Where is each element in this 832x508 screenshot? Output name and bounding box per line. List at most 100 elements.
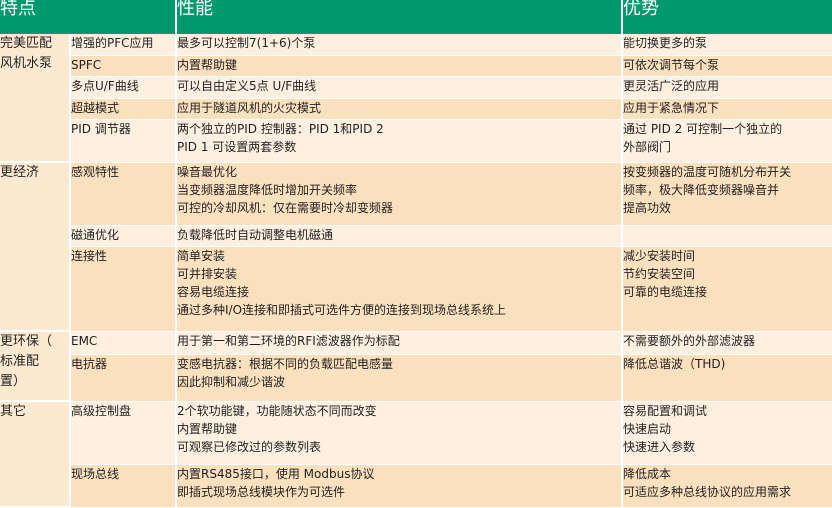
advantage-line: 降低总谐波（THD) — [623, 357, 726, 371]
advantage-line: 外部阀门 — [623, 140, 672, 155]
performance-cell: 2个软功能键，功能随状态不同而改变 内置帮助键可观察已修改过的参数列表 — [176, 401, 623, 465]
table-row: SPFC 内置帮助键 可依次调节每个泵 — [0, 55, 832, 78]
advantage-line: 可适应多种总线协议的应用需求 — [623, 484, 792, 499]
advantage-cell: 降低成本可适应多种总线协议的应用需求 — [622, 464, 832, 508]
performance-line: 可观察已修改过的参数列表 — [177, 439, 322, 454]
feature-cell: EMC — [70, 331, 177, 356]
feature-cell: 磁通优化 — [70, 225, 177, 248]
performance-line: 可控的冷却风机：仅在需要时冷却变频器 — [177, 200, 394, 215]
performance-cell: 应用于隧道风机的火灾模式 — [176, 98, 623, 121]
header-features: 特点 — [0, 0, 177, 34]
advantage-line: 按变频器的温度可随机分布开关 — [623, 164, 792, 179]
performance-cell: 内置RS485接口，使用 Modbus协议 即插式现场总线模块作为可选件 — [176, 464, 623, 508]
feature-cell: SPFC — [70, 55, 177, 78]
performance-line: 通过多种I/O连接和即插式可选件方便的连接到现场总线系统上 — [177, 303, 507, 318]
feature-cell: 连接性 — [70, 246, 177, 332]
advantage-line: 能切换更多的泵 — [623, 36, 708, 50]
table-row: 更环保（ 标准配置） EMC 用于第一和第二环境的RFI滤波器作为标配 不需要额外的外部… — [0, 331, 832, 403]
performance-cell: 用于第一和第二环境的RFI滤波器作为标配 — [176, 331, 623, 356]
category-cell: 更环保（ 标准配置） — [0, 331, 71, 403]
advantage-cell — [622, 225, 832, 248]
performance-line: 内置RS485接口，使用 Modbus协议 — [177, 466, 375, 481]
advantage-line: 减少安装时间 — [623, 249, 696, 264]
category-label: 其它 — [0, 404, 27, 420]
performance-cell: 最多可以控制7(1+6)个泵 — [176, 34, 623, 56]
feature-cell: 电抗器 — [70, 354, 177, 402]
category-label: 置） — [0, 374, 27, 390]
advantage-cell: 容易配置和调试 快速启动快速进入参数 — [622, 401, 832, 465]
advantage-cell: 减少安装时间 节约安装空间 可靠的电缆连接 — [622, 246, 832, 332]
advantage-line: 快速启动 — [623, 421, 672, 436]
advantage-cell: 降低总谐波（THD) — [622, 354, 832, 402]
feature-cell: 多点U/F曲线 — [70, 76, 177, 99]
advantage-line: 应用于紧急情况下 — [623, 100, 720, 115]
advantage-line: 频率，极大降低变频器噪音并 — [623, 182, 780, 197]
performance-cell: 噪音最优化当变频器温度降低时增加开关频率可控的冷却风机：仅在需要时冷却变频器 — [176, 162, 623, 226]
table-row: 多点U/F曲线 可以自由定义5点 U/F曲线 更灵活广泛的应用 — [0, 76, 832, 99]
feature-cell: 现场总线 — [70, 464, 177, 508]
performance-line: 应用于隧道风机的火灾模式 — [177, 100, 322, 115]
advantage-cell: 更灵活广泛的应用 — [622, 76, 832, 99]
category-label: 更环保（ — [0, 334, 53, 350]
advantage-line: 快速进入参数 — [623, 439, 696, 454]
performance-line: 内置帮助键 — [177, 57, 238, 72]
performance-line: 变感电抗器：根据不同的负载匹配电感量 — [177, 357, 394, 371]
performance-line: 两个独立的PID 控制器：PID 1和PID 2 — [177, 122, 384, 137]
performance-cell: 两个独立的PID 控制器：PID 1和PID 2 PID 1 可设置两套参数 — [176, 119, 623, 163]
table-row: 磁通优化 负载降低时自动调整电机磁通 — [0, 225, 832, 248]
category-cell: 其它 — [0, 401, 71, 508]
performance-line: 即插式现场总线模块作为可选件 — [177, 484, 346, 499]
advantage-line: 节约安装空间 — [623, 267, 696, 282]
performance-line: 负载降低时自动调整电机磁通 — [177, 227, 334, 242]
table-row: 完美匹配 风机水泵 增强的PFC应用 最多可以控制7(1+6)个泵 能切换更多的泵 — [0, 34, 832, 164]
performance-line: 容易电缆连接 — [177, 285, 250, 300]
performance-line: 可并排安装 — [177, 267, 238, 282]
table-row: 现场总线 内置RS485接口，使用 Modbus协议 即插式现场总线模块作为可选件降… — [0, 464, 832, 508]
advantage-line: 不需要额外的外部滤波器 — [623, 333, 756, 348]
advantage-line: 降低成本 — [623, 466, 672, 481]
performance-line: 当变频器温度降低时增加开关频率 — [177, 182, 358, 197]
header-row: 特点 性能 优势 — [0, 0, 832, 34]
table-row: 连接性 简单安装 可并排安装 容易电缆连接 通过多种I/O连接和即插式可选件方便的连接到… — [0, 246, 832, 332]
performance-line: 内置帮助键 — [177, 421, 238, 436]
performance-line: 因此抑制和减少谐波 — [177, 375, 286, 389]
advantage-line: 容易配置和调试 — [623, 403, 708, 418]
table-row: 电抗器 变感电抗器：根据不同的负载匹配电感量 因此抑制和减少谐波 降低总谐波（THD) — [0, 354, 832, 402]
advantage-cell: 能切换更多的泵 — [622, 34, 832, 56]
advantage-cell: 不需要额外的外部滤波器 — [622, 331, 832, 356]
category-cell: 完美匹配 风机水泵 — [0, 34, 71, 164]
feature-cell: 感观特性 — [70, 162, 177, 226]
header-performance: 性能 — [176, 0, 623, 34]
performance-cell: 可以自由定义5点 U/F曲线 — [176, 76, 623, 99]
table-row: 其它 高级控制盘 2个软功能键，功能随状态不同而改变 内置帮助键可观察已修改过的参数列… — [0, 401, 832, 508]
advantage-cell: 应用于紧急情况下 — [622, 98, 832, 121]
category-label: 标准配 — [0, 354, 40, 370]
category-label: 完美匹配 — [0, 36, 53, 51]
feature-cell: 高级控制盘 — [70, 401, 177, 465]
advantage-cell: 通过 PID 2 可控制一个独立的 外部阀门 — [622, 119, 832, 163]
performance-line: 2个软功能键，功能随状态不同而改变 — [177, 403, 377, 418]
performance-cell: 变感电抗器：根据不同的负载匹配电感量 因此抑制和减少谐波 — [176, 354, 623, 402]
performance-cell: 内置帮助键 — [176, 55, 623, 78]
feature-table: 特点 性能 优势 完美匹配 风机水泵 增强的PFC应用 最多可以控制7(1+6)个泵能… — [0, 0, 832, 508]
advantage-line: 可靠的电缆连接 — [623, 285, 708, 300]
category-cell: 更经济 — [0, 162, 71, 333]
performance-line: PID 1 可设置两套参数 — [177, 140, 297, 155]
performance-line: 噪音最优化 — [177, 164, 238, 179]
header-advantages: 优势 — [622, 0, 832, 34]
category-label: 更经济 — [0, 165, 40, 181]
table-row: PID 调节器 两个独立的PID 控制器：PID 1和PID 2 PID 1 可设置… — [0, 119, 832, 163]
advantage-cell: 按变频器的温度可随机分布开关 频率，极大降低变频器噪音并 提高功效 — [622, 162, 832, 226]
advantage-line: 可依次调节每个泵 — [623, 57, 720, 72]
category-label: 风机水泵 — [0, 56, 53, 71]
table-row: 超越模式 应用于隧道风机的火灾模式 应用于紧急情况下 — [0, 98, 832, 121]
feature-cell: PID 调节器 — [70, 119, 177, 163]
feature-cell: 增强的PFC应用 — [70, 34, 177, 56]
feature-cell: 超越模式 — [70, 98, 177, 121]
advantage-line: 通过 PID 2 可控制一个独立的 — [623, 122, 783, 137]
advantage-line: 更灵活广泛的应用 — [623, 79, 720, 94]
performance-cell: 负载降低时自动调整电机磁通 — [176, 225, 623, 248]
table-row: 更经济 感观特性 噪音最优化当变频器温度降低时增加开关频率可控的冷却风机：仅在需要时… — [0, 162, 832, 333]
performance-line: 最多可以控制7(1+6)个泵 — [177, 36, 316, 50]
performance-cell: 简单安装 可并排安装 容易电缆连接 通过多种I/O连接和即插式可选件方便的连接到现场总… — [176, 246, 623, 332]
